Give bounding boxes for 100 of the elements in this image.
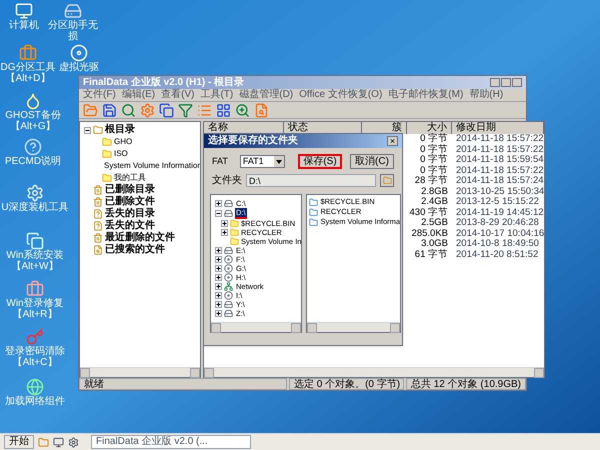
- horizontal-scrollbar[interactable]: [211, 322, 302, 332]
- desktop-icon-label[interactable]: DG分区工具【Alt+D】: [0, 62, 56, 84]
- tree-item[interactable]: 已搜索的文件: [105, 244, 165, 256]
- start-button[interactable]: 开始: [4, 435, 34, 449]
- folder-icon: [93, 125, 103, 135]
- tree-item[interactable]: ISO: [114, 148, 128, 160]
- folder-icon: [309, 218, 318, 226]
- folder-icon: [309, 198, 318, 206]
- expand-icon[interactable]: [215, 247, 222, 254]
- disc-icon: [224, 255, 233, 264]
- expand-icon[interactable]: [215, 256, 222, 263]
- folder-label: 文件夹: [212, 174, 242, 188]
- tree-item[interactable]: GHO: [114, 136, 132, 148]
- close-button[interactable]: ×: [387, 136, 398, 146]
- expand-icon[interactable]: [221, 220, 228, 227]
- status-bar-cell: 总共 12 个对象 (10.9GB): [406, 378, 526, 390]
- grid-icon[interactable]: [216, 102, 231, 118]
- menu-item[interactable]: 工具(T): [200, 90, 234, 100]
- drive-icon: [224, 309, 233, 318]
- date-cell-text: 2014-11-18 15:59:54: [455, 155, 544, 166]
- collapse-icon[interactable]: [215, 210, 222, 217]
- zoom-icon[interactable]: [235, 102, 250, 118]
- size-cell-text: 61 字节: [414, 250, 449, 260]
- monitor-icon[interactable]: [53, 436, 64, 448]
- menu-item[interactable]: 电子邮件恢复(M): [388, 90, 464, 100]
- help-icon: [24, 138, 42, 156]
- expand-icon[interactable]: [215, 292, 222, 299]
- desktop-icon-label[interactable]: 虚拟光驱: [59, 62, 99, 73]
- save-icon[interactable]: [102, 102, 117, 118]
- gear-icon: [26, 184, 44, 202]
- menu-item[interactable]: Office 文件恢复(O): [299, 90, 382, 100]
- tree-item[interactable]: 最近删除的文件: [105, 232, 175, 244]
- desktop-icon-label[interactable]: 分区助手无损: [48, 20, 98, 42]
- tree-item[interactable]: 丢失的文件: [105, 220, 155, 232]
- drive-icon: [224, 300, 233, 309]
- tree-item[interactable]: 丢失的目录: [105, 208, 155, 220]
- desktop-icon-label[interactable]: GHOST备份【Alt+G】: [0, 110, 66, 132]
- gear-icon[interactable]: [68, 436, 79, 448]
- folder-icon[interactable]: [38, 436, 49, 448]
- dialog-button[interactable]: 取消(C): [350, 154, 394, 169]
- menu-item[interactable]: 编辑(E): [122, 90, 156, 100]
- collapse-icon[interactable]: [84, 126, 91, 134]
- horizontal-scrollbar[interactable]: [80, 367, 200, 377]
- size-cell-text: 2.5GB: [420, 218, 449, 228]
- expand-icon[interactable]: [215, 301, 222, 308]
- menu-item[interactable]: 磁盘管理(D): [239, 90, 294, 100]
- horizontal-scrollbar[interactable]: [307, 322, 400, 332]
- date-cell-text: 2014-11-18 15:57:22: [455, 144, 544, 155]
- size-cell-text: 0 字节: [419, 144, 449, 154]
- menu-item[interactable]: 查看(V): [161, 90, 194, 100]
- dialog-button[interactable]: 保存(S): [298, 154, 342, 169]
- date-cell-text: 2013-12-5 15:15:22: [455, 197, 540, 208]
- date-cell-text: 2014-11-19 14:45:12: [455, 208, 544, 218]
- expand-icon[interactable]: [215, 200, 222, 207]
- size-cell-text: 0 字节: [419, 134, 449, 144]
- globe-icon: [26, 378, 44, 396]
- size-cell-text: 430 字节: [408, 208, 449, 218]
- taskbar-task[interactable]: FinalData 企业版 v2.0 (...: [91, 435, 251, 449]
- status-bar-cell: 就绪: [79, 378, 287, 390]
- column-header[interactable]: 修改日期: [452, 122, 544, 134]
- tree-item[interactable]: 我的工具: [114, 172, 146, 184]
- folder-icon: [230, 228, 239, 237]
- folder-field[interactable]: D:\: [246, 174, 376, 187]
- date-cell-text: 2014-10-17 10:04:16: [455, 228, 544, 239]
- menu-item[interactable]: 文件(F): [83, 90, 116, 100]
- folder-icon: [102, 173, 112, 183]
- tree-item[interactable]: 已删除目录: [105, 184, 155, 196]
- search-icon[interactable]: [121, 102, 136, 118]
- tree-node-icon: [93, 185, 103, 195]
- expand-icon[interactable]: [221, 229, 228, 236]
- size-cell-text: 3.0GB: [420, 239, 449, 249]
- menu-item[interactable]: 帮助(H): [469, 90, 504, 100]
- disc-icon: [224, 273, 233, 282]
- tree-node-icon: [93, 209, 103, 219]
- fat-dropdown[interactable]: FAT1: [240, 155, 285, 168]
- folder-icon: [230, 219, 239, 228]
- expand-icon[interactable]: [215, 283, 222, 290]
- desktop-icon-label[interactable]: U深度装机工具: [1, 202, 69, 213]
- desktop-icon-label[interactable]: 计算机: [9, 20, 39, 31]
- copy-icon[interactable]: [159, 102, 174, 118]
- expand-icon[interactable]: [215, 265, 222, 272]
- expand-icon[interactable]: [215, 274, 222, 281]
- tree-item[interactable]: 已删除文件: [105, 196, 155, 208]
- tree-node-icon: [93, 221, 103, 231]
- disc-icon: [224, 264, 233, 273]
- monitor-icon: [15, 2, 33, 20]
- date-cell-text: 2013-8-29 20:46:28: [455, 218, 540, 228]
- dialog-title: 选择要保存的文件夹: [208, 136, 298, 146]
- drive-icon: [224, 199, 233, 208]
- desktop-icon-label[interactable]: Win系统安装【Alt+W】: [0, 250, 70, 272]
- size-cell-text: 28 字节: [414, 176, 449, 186]
- expand-icon[interactable]: [215, 310, 222, 317]
- tree-item[interactable]: 根目录: [105, 124, 135, 136]
- tree-item[interactable]: System Volume Informatior: [104, 160, 200, 172]
- folder-icon: [102, 137, 112, 147]
- filter-icon[interactable]: [178, 102, 193, 118]
- column-header[interactable]: 大小: [407, 122, 452, 134]
- desktop-icon-label[interactable]: PECMD说明: [4, 156, 62, 167]
- horizontal-scrollbar[interactable]: [204, 367, 544, 377]
- browse-button[interactable]: [380, 174, 394, 187]
